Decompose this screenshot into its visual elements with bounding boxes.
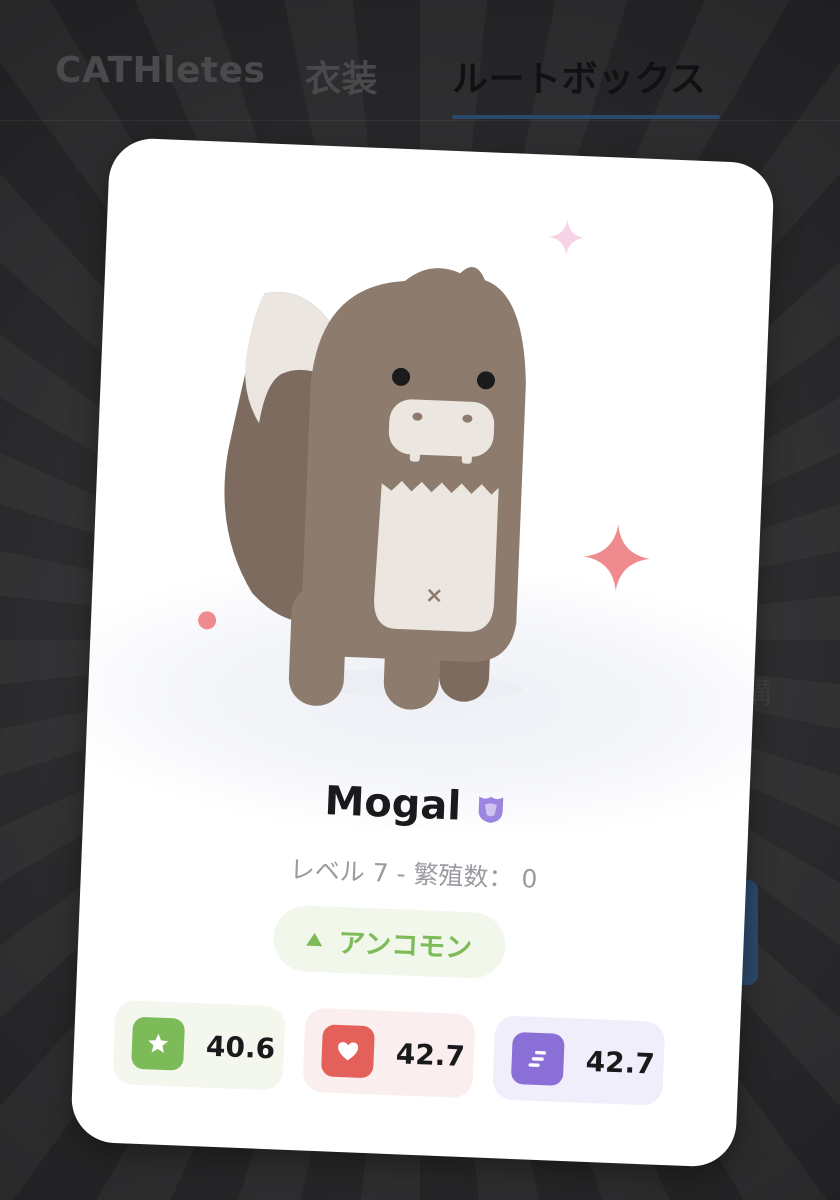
sparkle-red-large-icon	[583, 524, 650, 591]
stat-speed-value: 42.7	[585, 1044, 656, 1081]
stat-speed: 42.7	[492, 1015, 666, 1106]
speed-icon	[510, 1031, 565, 1086]
stat-heart: 42.7	[302, 1007, 476, 1099]
rank-badge-icon	[479, 796, 504, 823]
level-breeding-text: レベル 7 - 繁殖数： 0	[289, 854, 538, 894]
creature-illustration: ×	[224, 266, 526, 710]
rarity-up-icon	[306, 932, 323, 946]
heart-icon	[320, 1024, 375, 1079]
sparkle-pink-small-icon	[548, 219, 585, 256]
tab-lootbox[interactable]: ルートボックス	[452, 50, 706, 102]
stat-star-value: 40.6	[205, 1029, 276, 1065]
tab-costumes[interactable]: 衣装	[305, 50, 378, 102]
svg-text:×: ×	[425, 583, 444, 609]
creature-card: × Mogal レベル 7 - 繁殖数： 0 アンコモン 40.6 42.7 4…	[70, 137, 775, 1168]
tab-bar: CATHletes 衣装 ルートボックス	[0, 0, 840, 121]
active-tab-indicator	[452, 115, 720, 119]
creature-name: Mogal	[323, 778, 463, 830]
stat-heart-value: 42.7	[395, 1036, 466, 1073]
tab-cathletes[interactable]: CATHletes	[55, 50, 265, 91]
stat-star: 40.6	[112, 999, 286, 1091]
rarity-badge: アンコモン	[272, 904, 507, 980]
star-icon	[131, 1016, 186, 1071]
rarity-label: アンコモン	[337, 927, 473, 964]
